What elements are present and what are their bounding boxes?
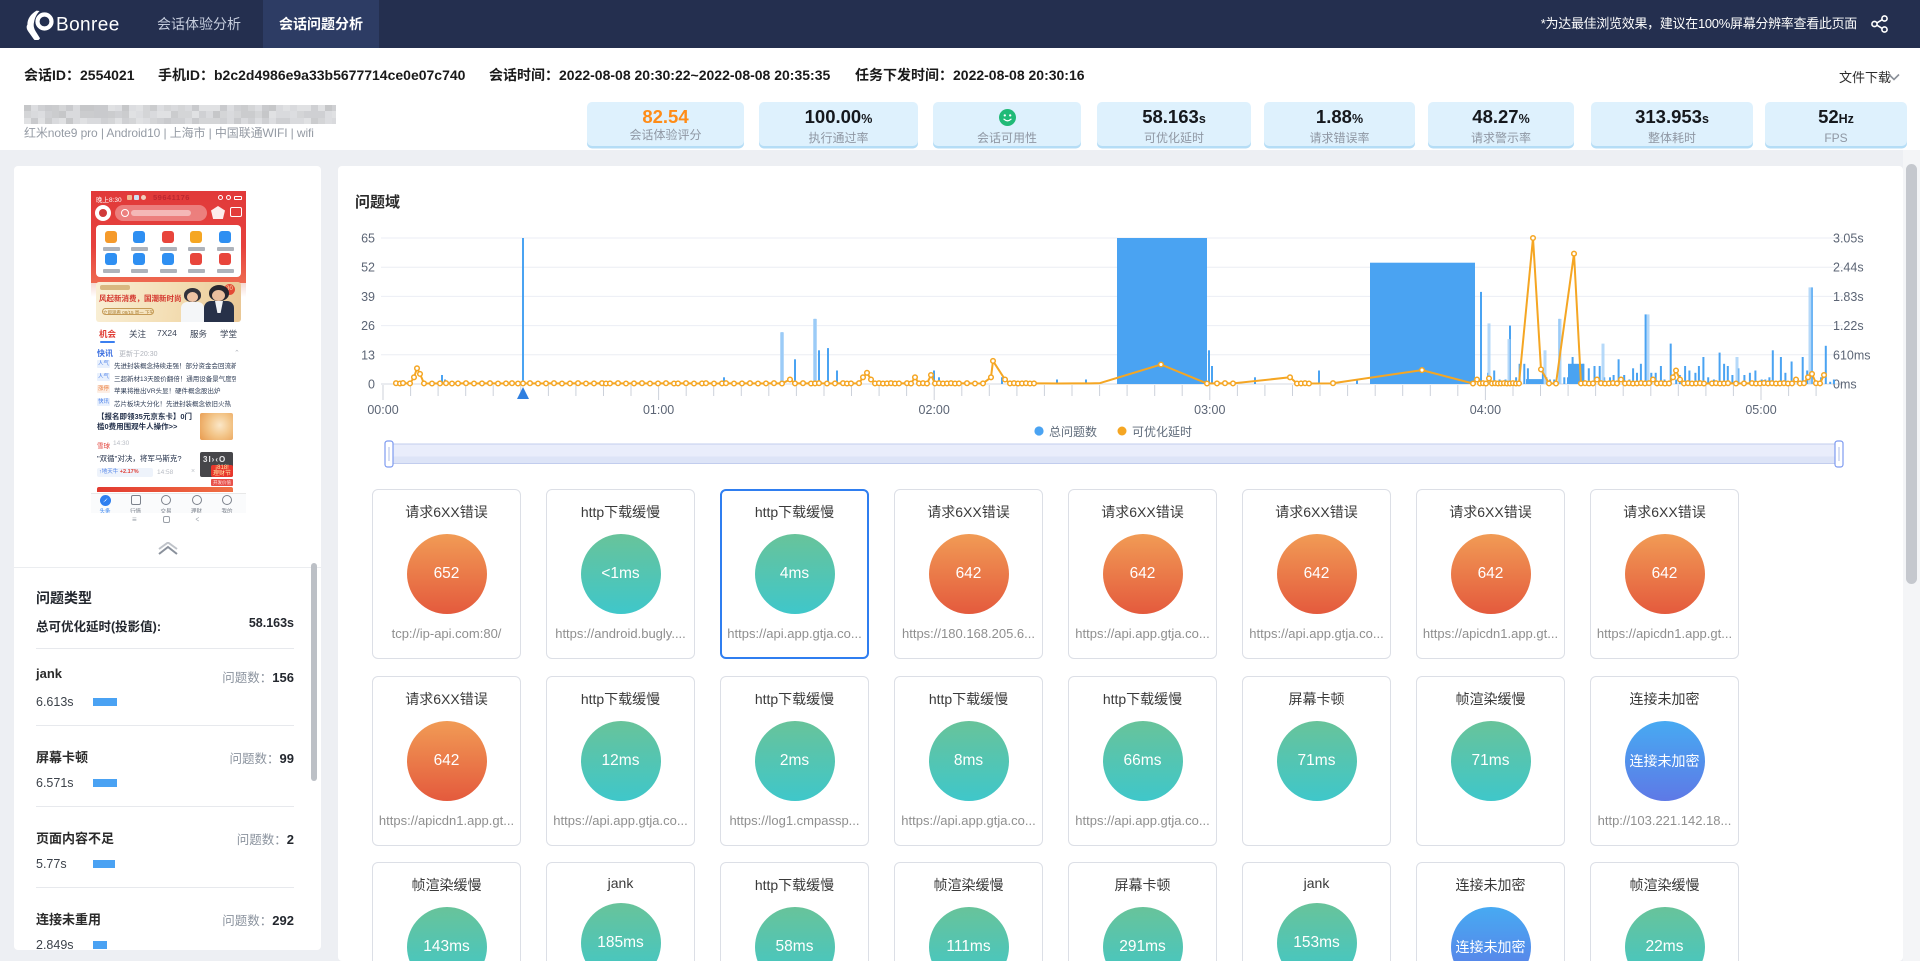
svg-text:05:00: 05:00 bbox=[1745, 403, 1776, 417]
svg-text:00:00: 00:00 bbox=[367, 403, 398, 417]
svg-text:0ms: 0ms bbox=[1833, 378, 1857, 392]
svg-text:Bonree: Bonree bbox=[56, 15, 120, 36]
svg-text:01:00: 01:00 bbox=[643, 403, 674, 417]
svg-text:2.44s: 2.44s bbox=[1833, 261, 1864, 275]
svg-text:1.83s: 1.83s bbox=[1833, 290, 1864, 304]
svg-text:02:00: 02:00 bbox=[919, 403, 950, 417]
svg-text:1.22s: 1.22s bbox=[1833, 319, 1864, 333]
svg-text:26: 26 bbox=[361, 319, 375, 333]
svg-text:可优化延时: 可优化延时 bbox=[1132, 425, 1192, 439]
svg-text:52: 52 bbox=[361, 261, 375, 275]
svg-text:03:00: 03:00 bbox=[1194, 403, 1225, 417]
svg-text:13: 13 bbox=[361, 348, 375, 362]
svg-text:3.05s: 3.05s bbox=[1833, 232, 1864, 246]
svg-text:0: 0 bbox=[368, 378, 375, 392]
svg-text:65: 65 bbox=[361, 232, 375, 246]
svg-text:04:00: 04:00 bbox=[1470, 403, 1501, 417]
svg-text:39: 39 bbox=[361, 290, 375, 304]
svg-text:610ms: 610ms bbox=[1833, 348, 1871, 362]
svg-text:总问题数: 总问题数 bbox=[1049, 424, 1097, 439]
